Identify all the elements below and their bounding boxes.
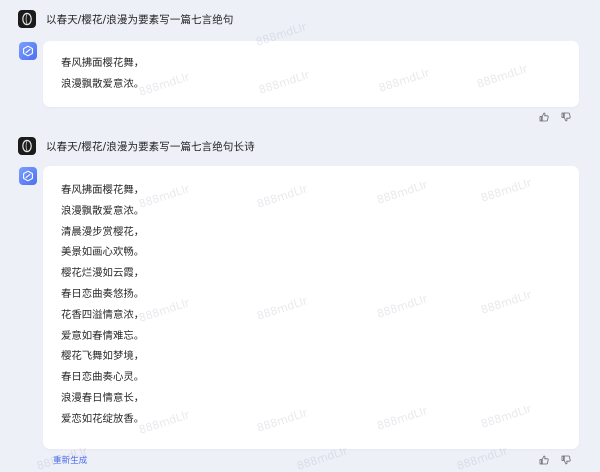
thumbs-down-icon[interactable] [560, 111, 571, 122]
cube-logo-icon [19, 167, 37, 185]
response-line: 清晨漫步赏樱花， [61, 225, 145, 238]
user-prompt-text: 以春天/樱花/浪漫为要素写一篇七言绝句 [46, 13, 234, 26]
thumbs-up-icon[interactable] [538, 454, 549, 465]
user-message: 以春天/樱花/浪漫为要素写一篇七言绝句长诗 [18, 137, 255, 155]
response-line: 春风拂面樱花舞， [61, 57, 145, 69]
response-lines: 春风拂面樱花舞， 浪漫飘散爱意浓。 [61, 53, 144, 95]
feedback-actions [527, 454, 571, 465]
response-line: 爱恋如花绽放香。 [61, 412, 145, 425]
response-line: 浪漫飘散爱意浓。 [61, 204, 145, 217]
assistant-response-card: 春风拂面樱花舞， 浪漫飘散爱意浓。 [43, 41, 579, 107]
response-line: 花香四溢情意浓， [61, 308, 145, 321]
response-line: 樱花飞舞如梦境， [61, 350, 145, 363]
response-line: 爱意如春情难忘。 [61, 329, 145, 342]
response-line: 春日恋曲奏悠扬。 [61, 287, 145, 300]
thumbs-down-icon[interactable] [560, 454, 571, 465]
user-avatar-icon [18, 10, 36, 28]
user-prompt-text: 以春天/樱花/浪漫为要素写一篇七言绝句长诗 [46, 140, 255, 153]
thumbs-up-icon[interactable] [538, 111, 549, 122]
response-line: 美景如画心欢畅。 [61, 246, 145, 259]
assistant-response-card: 春风拂面樱花舞， 浪漫飘散爱意浓。 清晨漫步赏樱花， 美景如画心欢畅。 樱花烂漫… [43, 166, 579, 449]
response-line: 浪漫飘散爱意浓。 [61, 77, 145, 90]
response-line: 浪漫春日情意长， [61, 391, 145, 404]
cube-logo-icon [19, 42, 37, 60]
user-message: 以春天/樱花/浪漫为要素写一篇七言绝句 [18, 10, 233, 28]
chat-page: 以春天/樱花/浪漫为要素写一篇七言绝句 春风拂面樱花舞， 浪漫飘散爱意浓。 以春… [0, 0, 600, 472]
regenerate-button[interactable]: 重新生成 [53, 454, 87, 466]
response-line: 春日恋曲奏心灵。 [61, 371, 145, 384]
user-avatar-icon [18, 137, 36, 155]
response-line: 春风拂面樱花舞， [61, 184, 145, 196]
response-line: 樱花烂漫如云霞， [61, 267, 145, 280]
feedback-actions [527, 111, 571, 122]
response-lines: 春风拂面樱花舞， 浪漫飘散爱意浓。 清晨漫步赏樱花， 美景如画心欢畅。 樱花烂漫… [61, 180, 144, 430]
